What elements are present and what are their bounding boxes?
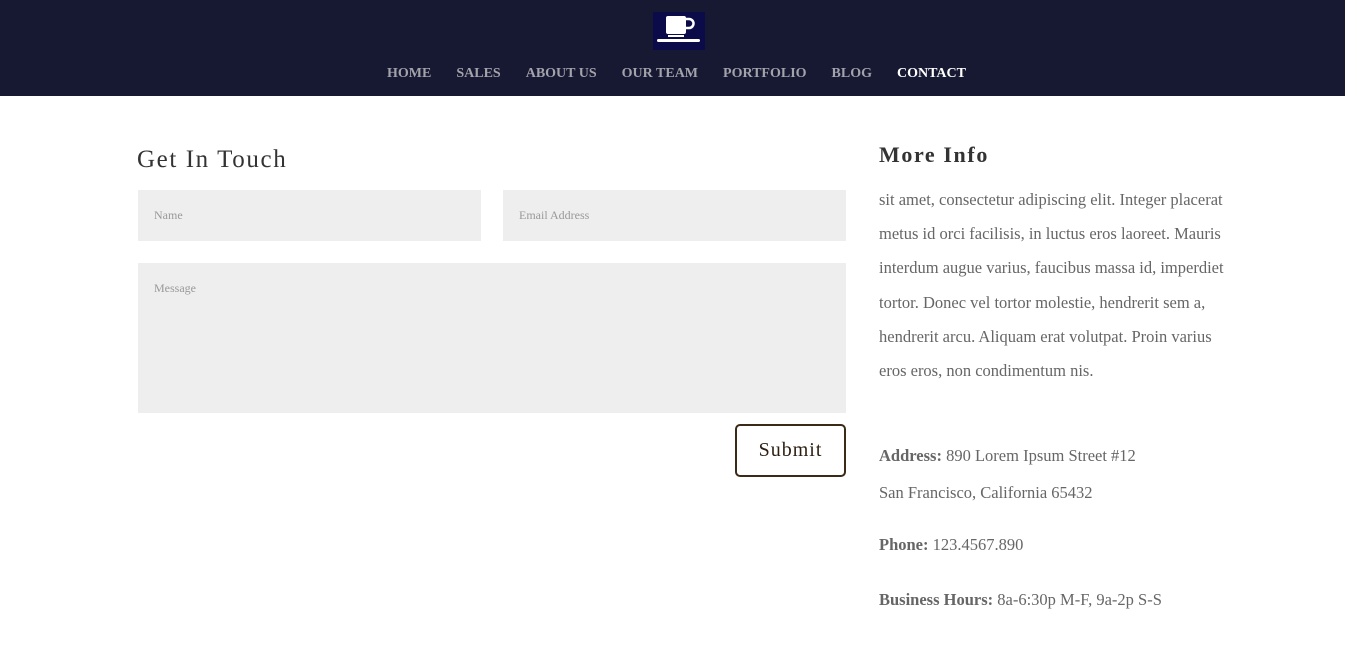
hours-value: 8a-6:30p M-F, 9a-2p S-S: [997, 590, 1162, 609]
nav-blog[interactable]: BLOG: [832, 66, 872, 86]
name-field[interactable]: [138, 190, 481, 241]
more-info-title: More Info: [879, 142, 989, 167]
nav-sales[interactable]: SALES: [456, 66, 500, 86]
nav-home[interactable]: HOME: [387, 66, 431, 86]
nav-portfolio[interactable]: PORTFOLIO: [723, 66, 807, 86]
phone-label: Phone:: [879, 535, 929, 554]
hours-label: Business Hours:: [879, 590, 994, 609]
email-field[interactable]: [503, 190, 846, 241]
contact-form-title: Get In Touch: [137, 146, 288, 173]
nav-about-us[interactable]: ABOUT US: [526, 66, 597, 86]
submit-button[interactable]: Submit: [735, 424, 846, 477]
address-value: 890 Lorem Ipsum Street #12: [946, 446, 1136, 465]
address-line-2: San Francisco, California 65432: [879, 483, 1093, 502]
message-field[interactable]: [138, 263, 846, 413]
phone-value: 123.4567.890: [932, 535, 1024, 554]
coffee-cup-icon[interactable]: [653, 12, 705, 50]
main-nav: HOME SALES ABOUT US OUR TEAM PORTFOLIO B…: [4, 66, 1345, 86]
more-info-text: sit amet, consectetur adipiscing elit. I…: [879, 190, 1224, 381]
nav-our-team[interactable]: OUR TEAM: [622, 66, 698, 86]
address-line: Address: 890 Lorem Ipsum Street #12: [879, 446, 1136, 466]
site-header: HOME SALES ABOUT US OUR TEAM PORTFOLIO B…: [0, 0, 1345, 96]
hours-line: Business Hours: 8a-6:30p M-F, 9a-2p S-S: [879, 590, 1162, 610]
phone-line: Phone: 123.4567.890: [879, 535, 1023, 555]
nav-contact[interactable]: CONTACT: [897, 66, 966, 86]
address-label: Address:: [879, 446, 942, 465]
